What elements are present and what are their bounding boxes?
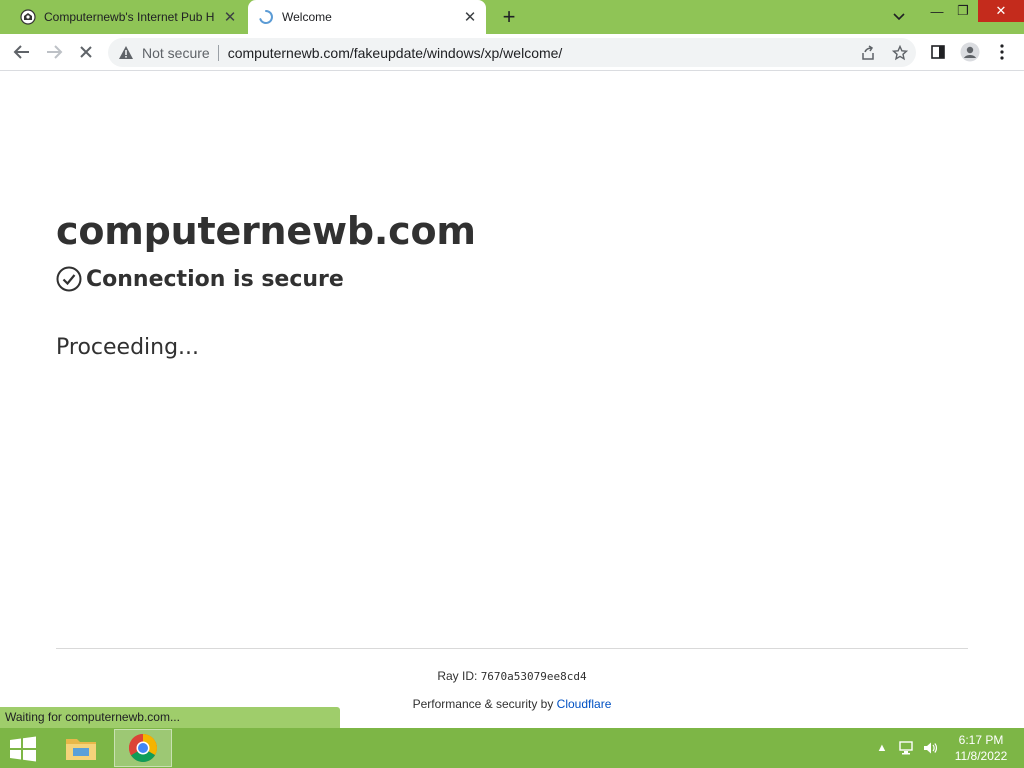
forward-arrow-icon[interactable] bbox=[42, 40, 66, 64]
file-explorer-taskbar-button[interactable] bbox=[52, 729, 110, 767]
footer-divider bbox=[56, 648, 968, 649]
browser-toolbar: Not secure computernewb.com/fakeupdate/w… bbox=[0, 34, 1024, 71]
tab-close-icon[interactable]: ✕ bbox=[220, 7, 240, 27]
warning-triangle-icon[interactable] bbox=[118, 45, 134, 61]
system-clock[interactable]: 6:17 PM 11/8/2022 bbox=[948, 732, 1014, 764]
restore-button[interactable]: ❐ bbox=[950, 0, 976, 22]
tab-search-chevron-icon[interactable] bbox=[888, 7, 910, 27]
folder-icon bbox=[66, 739, 96, 760]
site-title: computernewb.com bbox=[56, 209, 476, 253]
page-content: computernewb.com Connection is secure Pr… bbox=[0, 71, 1024, 728]
chrome-taskbar-button[interactable] bbox=[114, 729, 172, 767]
share-icon[interactable] bbox=[852, 38, 884, 67]
network-icon[interactable] bbox=[896, 738, 916, 758]
menu-kebab-icon[interactable] bbox=[990, 40, 1014, 64]
stop-loading-icon[interactable] bbox=[74, 40, 98, 64]
tray-overflow-chevron-icon[interactable]: ▲ bbox=[872, 738, 892, 758]
performance-text: Performance & security by bbox=[412, 697, 554, 711]
taskbar: ▲ 6:17 PM 11/8/2022 bbox=[0, 728, 1024, 768]
omnibox-divider bbox=[217, 44, 219, 61]
loading-spinner-icon bbox=[258, 9, 274, 25]
security-status-label[interactable]: Not secure bbox=[142, 45, 210, 61]
clock-date: 11/8/2022 bbox=[954, 749, 1008, 763]
windows-start-icon[interactable] bbox=[8, 736, 38, 762]
ray-id-value: 7670a53079ee8cd4 bbox=[480, 670, 587, 683]
clock-time: 6:17 PM bbox=[958, 733, 1004, 747]
new-tab-button[interactable]: + bbox=[497, 4, 521, 29]
back-arrow-icon[interactable] bbox=[10, 40, 34, 64]
profile-avatar-icon[interactable] bbox=[958, 40, 982, 64]
chrome-icon bbox=[129, 734, 157, 762]
address-bar[interactable]: Not secure computernewb.com/fakeupdate/w… bbox=[108, 38, 916, 67]
url-text[interactable]: computernewb.com/fakeupdate/windows/xp/w… bbox=[228, 45, 852, 61]
status-bubble: Waiting for computernewb.com... bbox=[0, 707, 340, 728]
tab-welcome[interactable]: Welcome ✕ bbox=[248, 0, 486, 34]
tab-strip: Computernewb's Internet Pub H ✕ Welcome … bbox=[0, 0, 1024, 34]
tab-computernewb-pub[interactable]: Computernewb's Internet Pub H ✕ bbox=[8, 0, 246, 34]
cloudflare-link[interactable]: Cloudflare bbox=[557, 697, 612, 711]
ray-id-line: Ray ID: 7670a53079ee8cd4 bbox=[0, 669, 1024, 683]
side-panel-icon[interactable] bbox=[926, 40, 950, 64]
volume-icon[interactable] bbox=[920, 738, 940, 758]
check-circle-icon bbox=[56, 266, 82, 292]
connection-status: Connection is secure bbox=[56, 266, 344, 292]
computernewb-favicon-icon bbox=[20, 9, 36, 25]
tab-title: Computernewb's Internet Pub H bbox=[44, 10, 215, 24]
minimize-button[interactable]: — bbox=[924, 0, 950, 22]
ray-id-label: Ray ID: bbox=[437, 669, 478, 683]
proceeding-message: Proceeding... bbox=[56, 335, 200, 360]
bookmark-star-icon[interactable] bbox=[884, 38, 916, 67]
tab-close-icon[interactable]: ✕ bbox=[460, 7, 480, 27]
tab-title: Welcome bbox=[282, 10, 332, 24]
window-close-button[interactable]: ✕ bbox=[978, 0, 1024, 22]
secure-message: Connection is secure bbox=[86, 266, 344, 292]
